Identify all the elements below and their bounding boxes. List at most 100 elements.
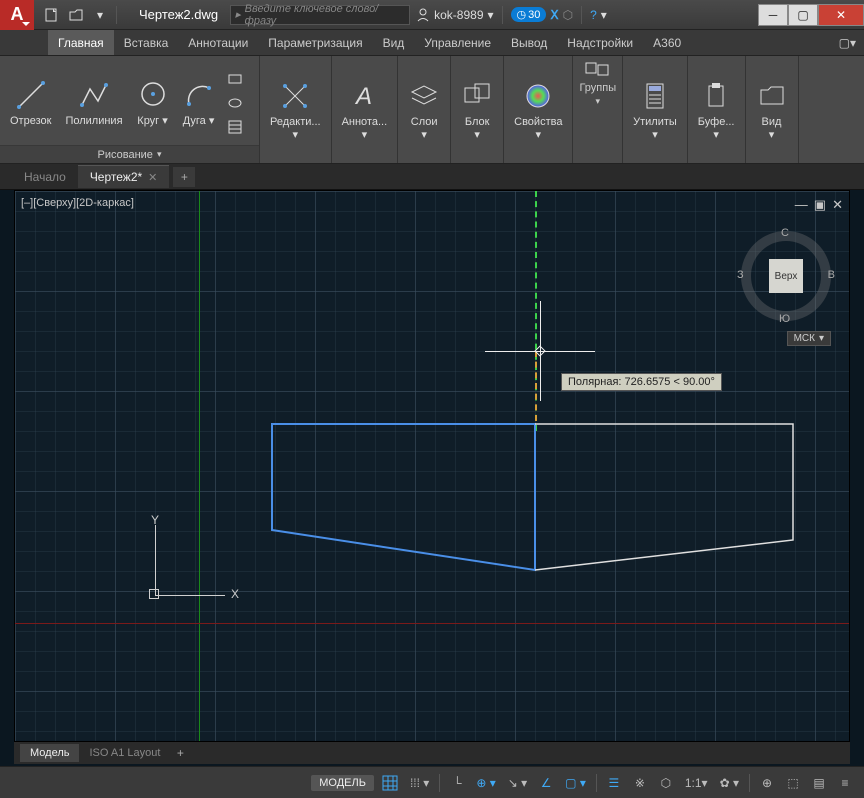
- ribbon-tab-home[interactable]: Главная: [48, 30, 114, 55]
- clipboard-button[interactable]: Буфе...▾: [694, 78, 739, 143]
- viewport-label[interactable]: [–][Сверху][2D-каркас]: [21, 197, 134, 209]
- ribbon-tab-output[interactable]: Вывод: [501, 30, 557, 55]
- lineweight-toggle-icon[interactable]: ☰: [603, 772, 625, 794]
- window-controls: ─ ▢ ✕: [758, 4, 864, 26]
- ribbon-tab-a360[interactable]: A360: [643, 30, 691, 55]
- folder-icon: [756, 80, 788, 112]
- qat-open-icon[interactable]: [66, 5, 86, 25]
- layers-button[interactable]: Слои▾: [404, 78, 444, 143]
- user-dropdown-icon[interactable]: ▾: [488, 8, 494, 22]
- osnap-toggle-icon[interactable]: ▢ ▾: [561, 772, 590, 794]
- ribbon-overflow-icon[interactable]: ▢▾: [839, 36, 856, 50]
- ribbon-tab-insert[interactable]: Вставка: [114, 30, 179, 55]
- annotation-scale-label[interactable]: 1:1 ▾: [681, 772, 712, 794]
- properties-button[interactable]: Свойства▾: [510, 78, 566, 143]
- drawing-tab-active[interactable]: Чертеж2* ✕: [78, 165, 170, 188]
- units-icon[interactable]: ⬚: [782, 772, 804, 794]
- cloud-credits-badge[interactable]: ◷ 30: [511, 7, 547, 22]
- cloud-credits-value: 30: [528, 9, 540, 21]
- modify-button[interactable]: Редакти...▾: [266, 78, 325, 143]
- ribbon-tab-parametric[interactable]: Параметризация: [258, 30, 372, 55]
- viewport-close-icon[interactable]: ✕: [832, 197, 843, 213]
- ucs-y-axis: [155, 525, 156, 595]
- compass-east[interactable]: В: [828, 269, 835, 281]
- help-icon[interactable]: ?: [590, 8, 597, 22]
- layout-tab-layout1[interactable]: ISO A1 Layout: [79, 744, 170, 762]
- otrack-toggle-icon[interactable]: ∠: [535, 772, 557, 794]
- autodesk-icon[interactable]: ⬡: [563, 8, 573, 22]
- drawing-canvas[interactable]: [–][Сверху][2D-каркас] — ▣ ✕ Верх С Ю В …: [14, 190, 850, 742]
- user-name[interactable]: kok-8989: [434, 8, 483, 22]
- circle-icon: [137, 78, 169, 110]
- ortho-toggle-icon[interactable]: └: [446, 772, 468, 794]
- isodraft-toggle-icon[interactable]: ↘ ▾: [504, 772, 531, 794]
- view-button[interactable]: Вид▾: [752, 78, 792, 143]
- ribbon-tab-addins[interactable]: Надстройки: [557, 30, 643, 55]
- rectangle-icon[interactable]: [225, 69, 245, 89]
- qat-new-icon[interactable]: [42, 5, 62, 25]
- viewcube-top-face[interactable]: Верх: [769, 259, 803, 293]
- transparency-toggle-icon[interactable]: ※: [629, 772, 651, 794]
- line-button[interactable]: Отрезок: [6, 77, 55, 129]
- separator: [502, 6, 503, 24]
- quick-properties-icon[interactable]: ▤: [808, 772, 830, 794]
- drawing-tab-start[interactable]: Начало: [12, 166, 78, 188]
- add-layout-tab-button[interactable]: +: [170, 744, 190, 762]
- add-drawing-tab-button[interactable]: +: [173, 167, 195, 187]
- help-dropdown-icon[interactable]: ▾: [601, 8, 607, 22]
- search-input[interactable]: ▸ Введите ключевое слово/фразу: [230, 5, 410, 25]
- workspace-switch-icon[interactable]: ✿ ▾: [716, 772, 743, 794]
- ribbon-tab-manage[interactable]: Управление: [414, 30, 501, 55]
- maximize-button[interactable]: ▢: [788, 4, 818, 26]
- qat-dropdown-icon[interactable]: ▾: [90, 5, 110, 25]
- circle-button[interactable]: Круг ▾: [133, 76, 173, 129]
- ucs-dropdown[interactable]: МСК▾: [787, 331, 831, 346]
- clock-icon: ◷: [517, 8, 527, 21]
- panel-block: Блок▾: [451, 56, 504, 163]
- viewport-minimize-icon[interactable]: —: [795, 197, 808, 213]
- minimize-button[interactable]: ─: [758, 4, 788, 26]
- view-cube[interactable]: Верх С Ю В З: [741, 231, 831, 321]
- polyline-shape: [535, 422, 795, 572]
- signin-icon: [416, 8, 430, 22]
- ellipse-icon[interactable]: [225, 93, 245, 113]
- annotation-monitor-icon[interactable]: ⊕: [756, 772, 778, 794]
- compass-south[interactable]: Ю: [779, 313, 790, 325]
- block-icon: [461, 80, 493, 112]
- customization-icon[interactable]: ≡: [834, 772, 856, 794]
- compass-west[interactable]: З: [737, 269, 744, 281]
- polyline-icon: [78, 79, 110, 111]
- selected-polyline-shape: [270, 422, 540, 572]
- panel-groups: Группы ▾: [573, 56, 623, 163]
- polar-tracking-toggle-icon[interactable]: ⊕ ▾: [472, 772, 499, 794]
- status-bar: МОДЕЛЬ ⁞⁞⁞ ▾ └ ⊕ ▾ ↘ ▾ ∠ ▢ ▾ ☰ ※ ⬡ 1:1 ▾…: [0, 766, 864, 798]
- panel-draw-title[interactable]: Рисование ▾: [0, 145, 259, 163]
- block-button[interactable]: Блок▾: [457, 78, 497, 143]
- y-axis-guide: [199, 191, 200, 741]
- close-icon[interactable]: ✕: [148, 171, 157, 184]
- panel-clipboard: Буфе...▾: [688, 56, 746, 163]
- model-space-button[interactable]: МОДЕЛЬ: [311, 775, 374, 791]
- utilities-button[interactable]: Утилиты▾: [629, 78, 681, 143]
- annotation-button[interactable]: A Аннота...▾: [338, 78, 392, 143]
- polyline-button[interactable]: Полилиния: [61, 77, 126, 129]
- group-icon[interactable]: [582, 60, 614, 80]
- ribbon-tab-annotate[interactable]: Аннотации: [178, 30, 258, 55]
- panel-layers: Слои▾: [398, 56, 451, 163]
- cycling-toggle-icon[interactable]: ⬡: [655, 772, 677, 794]
- viewport-maximize-icon[interactable]: ▣: [814, 197, 826, 213]
- calculator-icon: [639, 80, 671, 112]
- app-menu-button[interactable]: A: [0, 0, 34, 30]
- layout-tab-model[interactable]: Модель: [20, 744, 79, 762]
- clipboard-icon: [700, 80, 732, 112]
- drawing-tab-bar: Начало Чертеж2* ✕ +: [0, 164, 864, 190]
- hatch-icon[interactable]: [225, 117, 245, 137]
- grid-toggle-icon[interactable]: [378, 772, 402, 794]
- compass-north[interactable]: С: [781, 227, 789, 239]
- arc-button[interactable]: Дуга ▾: [179, 76, 219, 129]
- exchange-apps-icon[interactable]: Ⅹ: [550, 8, 558, 22]
- chevron-down-icon[interactable]: ▾: [596, 96, 601, 107]
- snap-toggle-icon[interactable]: ⁞⁞⁞ ▾: [406, 772, 433, 794]
- close-button[interactable]: ✕: [818, 4, 864, 26]
- ribbon-tab-view[interactable]: Вид: [373, 30, 415, 55]
